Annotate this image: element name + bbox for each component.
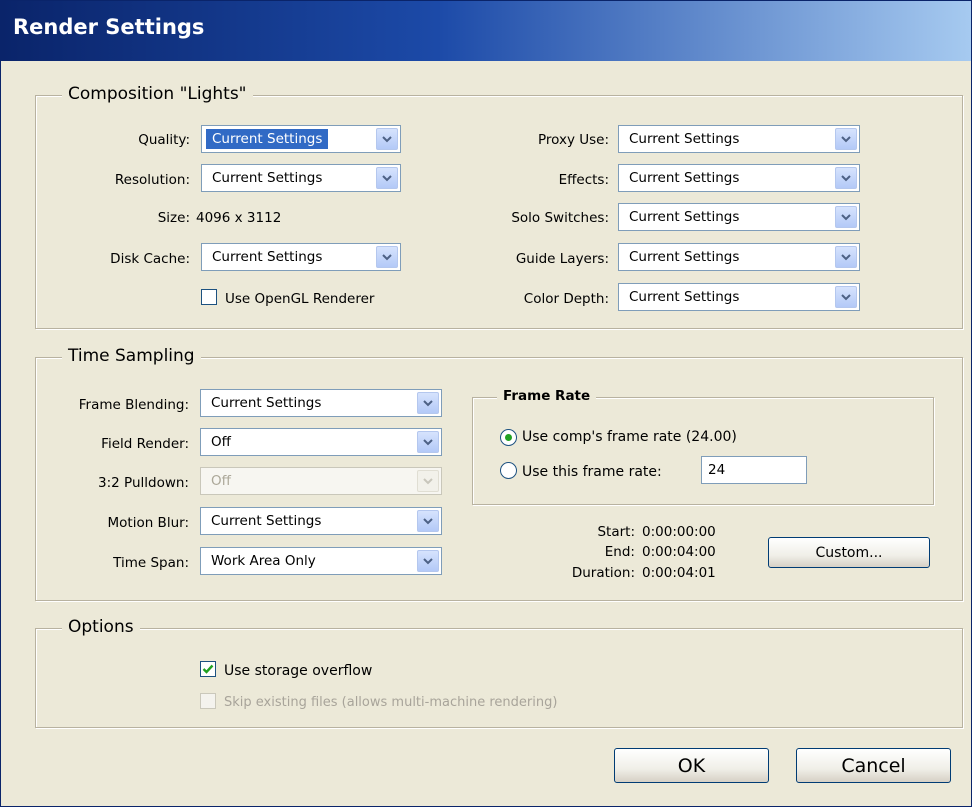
frame-rate-value: 24 bbox=[708, 462, 726, 478]
storage-overflow-label: Use storage overflow bbox=[224, 663, 373, 679]
effects-value: Current Settings bbox=[629, 170, 740, 186]
chevron-down-icon[interactable] bbox=[835, 128, 857, 150]
proxy-use-value: Current Settings bbox=[629, 131, 740, 147]
guide-layers-label: Guide Layers: bbox=[515, 251, 609, 267]
solo-switches-value: Current Settings bbox=[629, 209, 740, 225]
quality-label: Quality: bbox=[138, 132, 190, 148]
frame-blending-label: Frame Blending: bbox=[78, 397, 189, 413]
options-group: Options bbox=[35, 617, 963, 728]
proxy-use-label: Proxy Use: bbox=[537, 132, 609, 148]
opengl-checkbox[interactable] bbox=[201, 289, 217, 305]
size-label: Size: bbox=[157, 210, 190, 226]
cancel-button[interactable]: Cancel bbox=[796, 748, 951, 783]
disk-cache-value: Current Settings bbox=[212, 249, 323, 265]
pulldown-value: Off bbox=[211, 473, 231, 489]
start-label: Start: bbox=[597, 524, 635, 540]
proxy-use-select[interactable]: Current Settings bbox=[618, 125, 860, 153]
color-depth-value: Current Settings bbox=[629, 289, 740, 305]
custom-button[interactable]: Custom... bbox=[768, 537, 930, 568]
frame-rate-input[interactable]: 24 bbox=[701, 456, 807, 484]
chevron-down-icon[interactable] bbox=[376, 167, 398, 189]
motion-blur-value: Current Settings bbox=[211, 513, 322, 529]
checkmark-icon bbox=[202, 664, 214, 674]
end-label: End: bbox=[604, 544, 635, 560]
storage-overflow-checkbox[interactable] bbox=[200, 661, 216, 677]
time-span-value: Work Area Only bbox=[211, 553, 316, 569]
title-bar[interactable]: Render Settings bbox=[1, 1, 971, 61]
use-this-frame-rate-label: Use this frame rate: bbox=[522, 464, 662, 480]
quality-select[interactable]: Current Settings bbox=[201, 125, 401, 153]
skip-existing-label: Skip existing files (allows multi-machin… bbox=[224, 695, 558, 710]
chevron-down-icon[interactable] bbox=[376, 246, 398, 268]
size-value: 4096 x 3112 bbox=[196, 210, 282, 226]
quality-value: Current Settings bbox=[206, 129, 329, 149]
chevron-down-icon[interactable] bbox=[417, 431, 439, 453]
chevron-down-icon[interactable] bbox=[835, 167, 857, 189]
use-comp-frame-rate-label: Use comp's frame rate (24.00) bbox=[522, 429, 737, 445]
resolution-label: Resolution: bbox=[114, 172, 190, 188]
effects-select[interactable]: Current Settings bbox=[618, 164, 860, 192]
chevron-down-icon[interactable] bbox=[835, 286, 857, 308]
color-depth-select[interactable]: Current Settings bbox=[618, 283, 860, 311]
field-render-value: Off bbox=[211, 434, 231, 450]
end-value: 0:00:04:00 bbox=[642, 544, 716, 560]
frame-blending-select[interactable]: Current Settings bbox=[200, 389, 442, 417]
frame-rate-group: Frame Rate bbox=[472, 388, 934, 505]
resolution-select[interactable]: Current Settings bbox=[201, 164, 401, 192]
time-sampling-legend: Time Sampling bbox=[62, 346, 201, 366]
chevron-down-icon bbox=[417, 470, 439, 492]
guide-layers-value: Current Settings bbox=[629, 249, 740, 265]
options-legend: Options bbox=[62, 617, 140, 637]
field-render-select[interactable]: Off bbox=[200, 428, 442, 456]
chevron-down-icon[interactable] bbox=[376, 128, 398, 150]
motion-blur-label: Motion Blur: bbox=[107, 515, 190, 531]
pulldown-select: Off bbox=[200, 467, 442, 495]
solo-switches-select[interactable]: Current Settings bbox=[618, 203, 860, 231]
skip-existing-checkbox bbox=[200, 693, 216, 709]
render-settings-dialog: Render Settings Composition "Lights" Qua… bbox=[0, 0, 972, 807]
start-value: 0:00:00:00 bbox=[642, 524, 716, 540]
duration-value: 0:00:04:01 bbox=[642, 565, 716, 581]
ok-button[interactable]: OK bbox=[614, 748, 769, 783]
frame-rate-legend: Frame Rate bbox=[497, 388, 597, 404]
guide-layers-select[interactable]: Current Settings bbox=[618, 243, 860, 271]
motion-blur-select[interactable]: Current Settings bbox=[200, 507, 442, 535]
disk-cache-select[interactable]: Current Settings bbox=[201, 243, 401, 271]
chevron-down-icon[interactable] bbox=[835, 206, 857, 228]
use-comp-frame-rate-radio[interactable] bbox=[500, 429, 517, 446]
effects-label: Effects: bbox=[558, 172, 609, 188]
duration-label: Duration: bbox=[571, 565, 635, 581]
chevron-down-icon[interactable] bbox=[835, 246, 857, 268]
time-span-label: Time Span: bbox=[113, 555, 189, 571]
solo-switches-label: Solo Switches: bbox=[511, 210, 609, 226]
opengl-label: Use OpenGL Renderer bbox=[225, 291, 375, 307]
pulldown-label: 3:2 Pulldown: bbox=[98, 475, 189, 491]
chevron-down-icon[interactable] bbox=[417, 510, 439, 532]
window-title: Render Settings bbox=[13, 15, 205, 39]
use-this-frame-rate-radio[interactable] bbox=[500, 462, 517, 479]
time-span-select[interactable]: Work Area Only bbox=[200, 547, 442, 575]
field-render-label: Field Render: bbox=[101, 436, 189, 452]
chevron-down-icon[interactable] bbox=[417, 550, 439, 572]
disk-cache-label: Disk Cache: bbox=[110, 251, 190, 267]
frame-blending-value: Current Settings bbox=[211, 395, 322, 411]
chevron-down-icon[interactable] bbox=[417, 392, 439, 414]
composition-legend: Composition "Lights" bbox=[62, 84, 253, 104]
color-depth-label: Color Depth: bbox=[523, 291, 609, 307]
radio-selected-dot bbox=[505, 434, 512, 441]
resolution-value: Current Settings bbox=[212, 170, 323, 186]
